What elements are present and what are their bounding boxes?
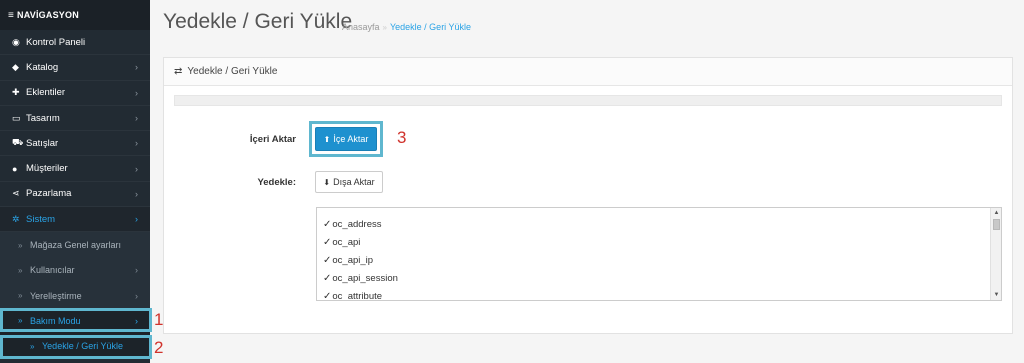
sidebar-item-kontrol-paneli[interactable]: ◉ Kontrol Paneli <box>0 30 150 56</box>
import-label: İçeri Aktar <box>249 134 296 145</box>
double-chevron-right-icon: » <box>18 265 23 275</box>
puzzle-icon: ✚ <box>12 87 20 98</box>
export-button[interactable]: ⬇ Dışa Aktar <box>315 171 383 193</box>
sidebar-item-sistem[interactable]: ✲ Sistem › <box>0 207 150 233</box>
double-chevron-right-icon: » <box>18 291 23 301</box>
menu-icon: ≡ <box>8 9 15 21</box>
table-name: oc_attribute <box>332 290 383 301</box>
sidebar-item-label: Kontrol Paneli <box>26 36 86 48</box>
exchange-icon: ⇄ <box>174 66 183 77</box>
sidebar-item-label: Katalog <box>26 61 59 73</box>
sidebar-subitem-label: Kullanıcılar <box>30 265 75 276</box>
sidebar-subitem-0[interactable]: » Mağaza Genel ayarları <box>0 232 150 258</box>
user-icon: ● <box>12 163 18 174</box>
sidebar-item-label: Satışlar <box>26 137 59 149</box>
breadcrumb: Anasayfa» Yedekle / Geri Yükle <box>342 22 471 32</box>
table-list-item[interactable]: ✓ oc_api <box>317 233 1001 251</box>
panel-heading: ⇄ Yedekle / Geri Yükle <box>164 58 1012 86</box>
tag-icon: ◆ <box>12 61 19 72</box>
nav-header-label: NAVİGASYON <box>17 10 79 20</box>
scroll-up-icon[interactable]: ▲ <box>991 208 1001 218</box>
sidebar-item-label: Pazarlama <box>26 188 72 200</box>
sidebar-item-label: Eklentiler <box>26 87 66 99</box>
sidebar-subitem-label: Mağaza Genel ayarları <box>30 240 122 251</box>
cart-icon: ⛟ <box>12 137 24 148</box>
sidebar-subitem-1[interactable]: » Kullanıcılar › <box>0 257 150 283</box>
table-list-item[interactable]: ✓ oc_address <box>317 215 1001 233</box>
chevron-right-icon: › <box>135 62 138 73</box>
scrollbar[interactable]: ▲ ▼ <box>990 208 1001 300</box>
double-chevron-right-icon: » <box>18 240 23 250</box>
sidebar-item-katalog[interactable]: ◆ Katalog › <box>0 55 150 81</box>
breadcrumb-current[interactable]: Yedekle / Geri Yükle <box>390 22 471 32</box>
chevron-right-icon: › <box>135 290 138 301</box>
panel-title: Yedekle / Geri Yükle <box>187 66 278 77</box>
scroll-thumb[interactable] <box>993 219 1000 230</box>
chevron-right-icon: › <box>135 214 138 225</box>
chevron-right-icon: › <box>135 188 138 199</box>
page-title: Yedekle / Geri Yükle <box>163 10 353 33</box>
gear-icon: ✲ <box>12 213 20 224</box>
sidebar-subitem-2[interactable]: » Yerelleştirme › <box>0 282 150 309</box>
sidebar-item-label: Müşteriler <box>26 163 68 175</box>
table-list-item[interactable]: ✓ oc_api_ip <box>317 251 1001 269</box>
upload-icon: ⬆ <box>323 134 331 144</box>
sidebar-item-label: Sistem <box>26 213 56 225</box>
table-name: oc_api_session <box>332 272 398 284</box>
export-button-label: Dışa Aktar <box>333 177 375 187</box>
chevron-right-icon: › <box>135 163 138 174</box>
checkmark-icon[interactable]: ✓ <box>323 255 331 266</box>
checkmark-icon[interactable]: ✓ <box>323 273 331 284</box>
chevron-right-icon: › <box>135 87 138 98</box>
dashboard-icon: ◉ <box>12 36 20 47</box>
checkmark-icon[interactable]: ✓ <box>323 219 331 230</box>
chevron-right-icon: › <box>135 265 138 276</box>
table-list[interactable]: ✓ oc_address ✓ oc_api ✓ oc_api_ip ✓ oc_api_sess… <box>316 207 1002 301</box>
callout-three: 3 <box>397 128 407 147</box>
backup-panel: ⇄ Yedekle / Geri Yükle İçeri Aktar ⬆ İçe… <box>163 57 1013 334</box>
nav-header[interactable]: ≡ NAVİGASYON <box>0 0 150 30</box>
page-header: Yedekle / Geri Yükle Anasayfa» Yedekle / … <box>150 0 1024 50</box>
scroll-down-icon[interactable]: ▼ <box>991 290 1001 300</box>
checkmark-icon[interactable]: ✓ <box>323 291 331 301</box>
breadcrumb-separator: » <box>382 23 387 32</box>
table-list-item[interactable]: ✓ oc_api_session <box>317 269 1001 287</box>
sidebar-item-pazarlama[interactable]: ⋖ Pazarlama › <box>0 182 150 208</box>
sidebar-item-tasarım[interactable]: ▭ Tasarım › <box>0 106 150 132</box>
progress-bar <box>174 95 1002 106</box>
checkmark-icon[interactable]: ✓ <box>323 237 331 248</box>
sidebar-item-müşteriler[interactable]: ● Müşteriler › <box>0 156 150 182</box>
backup-label: Yedekle: <box>257 177 296 188</box>
table-name: oc_address <box>332 218 382 230</box>
chevron-right-icon: › <box>135 138 138 149</box>
table-list-item[interactable]: ✓ oc_attribute <box>317 287 1001 301</box>
table-name: oc_api_ip <box>332 254 374 266</box>
download-icon: ⬇ <box>323 177 331 187</box>
monitor-icon: ▭ <box>12 112 21 123</box>
breadcrumb-home[interactable]: Anasayfa <box>342 22 380 32</box>
share-icon: ⋖ <box>12 188 20 199</box>
sidebar-subitem-label: Yerelleştirme <box>30 290 82 301</box>
sidebar-item-label: Tasarım <box>26 112 60 124</box>
callout-two: 2 <box>154 338 164 357</box>
highlight-bakim-modu <box>0 308 152 332</box>
highlight-yedekle <box>0 335 152 359</box>
import-button-label: İçe Aktar <box>333 134 369 144</box>
table-name: oc_api <box>332 236 361 248</box>
import-button[interactable]: ⬆ İçe Aktar <box>315 127 377 151</box>
sidebar-item-eklentiler[interactable]: ✚ Eklentiler › <box>0 81 150 106</box>
sidebar-item-satışlar[interactable]: ⛟ Satışlar › <box>0 131 150 157</box>
chevron-right-icon: › <box>135 113 138 124</box>
